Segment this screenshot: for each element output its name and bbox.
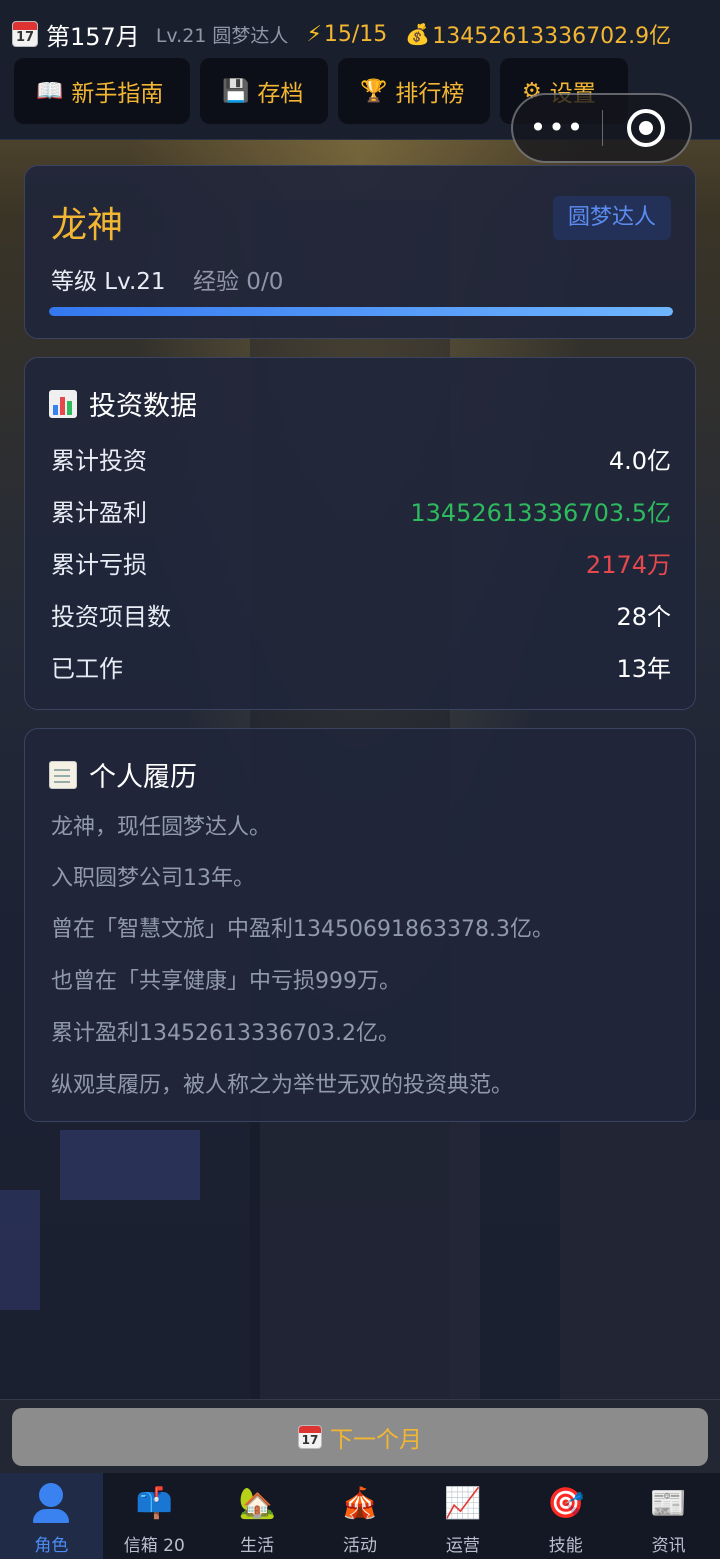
floppy-disk-icon: 💾: [222, 78, 250, 104]
circus-tent-icon: 🎪: [341, 1485, 379, 1521]
tab-events[interactable]: 🎪 活动: [309, 1473, 412, 1559]
resume-line: 龙神，现任圆梦达人。: [51, 815, 272, 840]
next-month-button[interactable]: 17 下一个月: [12, 1408, 708, 1466]
row-label: 累计盈利: [51, 498, 147, 527]
exp-progress-bar: [49, 307, 673, 316]
tab-news[interactable]: 📰 资讯: [617, 1473, 720, 1559]
next-month-bar: 17 下一个月: [0, 1399, 720, 1473]
resume-card: 个人履历 龙神，现任圆梦达人。 入职圆梦公司13年。 曾在「智慧文旅」中盈利13…: [24, 728, 696, 1122]
investment-title-label: 投资数据: [89, 391, 197, 422]
calendar-icon: 17: [12, 21, 38, 47]
leaderboard-label: 排行榜: [395, 81, 465, 107]
energy-value: 15/15: [323, 21, 388, 47]
mailbox-icon: 📫: [135, 1485, 173, 1521]
row-value: 2174万: [585, 550, 671, 579]
row-value: 13452613336703.5亿: [410, 498, 671, 527]
month-stat: 17 第157月: [12, 17, 156, 52]
row-value: 4.0亿: [608, 446, 671, 475]
row-label: 投资项目数: [51, 602, 171, 631]
resume-line: 入职圆梦公司13年。: [51, 866, 255, 891]
resume-line: 纵观其履历，被人称之为举世无双的投资典范。: [51, 1073, 514, 1098]
money-value: 13452613336702.9亿: [432, 24, 672, 49]
invest-row-loss: 累计亏损 2174万: [51, 536, 671, 588]
tab-label: 技能: [548, 1536, 583, 1556]
level-label: 等级 Lv.21: [51, 269, 166, 295]
tab-character[interactable]: 角色: [0, 1473, 103, 1559]
lightning-icon: ⚡: [306, 21, 322, 47]
resume-line: 累计盈利13452613336703.2亿。: [51, 1021, 400, 1046]
close-circle-icon: [627, 109, 666, 147]
investment-card: 投资数据 累计投资 4.0亿 累计盈利 13452613336703.5亿 累计…: [24, 357, 696, 710]
bar-chart-icon: [49, 389, 77, 418]
invest-row-projects: 投资项目数 28个: [51, 588, 671, 640]
chart-up-icon: 📈: [444, 1485, 482, 1521]
tab-label: 资讯: [651, 1536, 686, 1556]
player-level: Lv.21 圆梦达人: [155, 24, 289, 47]
current-month: 第157月: [46, 22, 140, 51]
house-icon: 🏡: [238, 1485, 276, 1521]
profile-card: 龙神 圆梦达人 等级 Lv.21 经验 0/0: [24, 165, 696, 339]
row-value: 13年: [616, 654, 671, 683]
guide-label: 新手指南: [71, 81, 164, 107]
bottom-tab-bar: 角色 📫 信箱 20 🏡 生活 🎪 活动 📈 运营 🎯 技能 📰 资讯: [0, 1473, 720, 1559]
tab-label: 生活: [240, 1536, 275, 1556]
book-icon: 📖: [36, 78, 64, 104]
resume-line: 也曾在「共享健康」中亏损999万。: [51, 969, 401, 994]
money-bag-icon: 💰: [405, 22, 431, 46]
person-icon: [31, 1483, 71, 1523]
memo-icon: [49, 760, 77, 789]
tab-label: 角色: [34, 1536, 69, 1556]
resume-title: 个人履历: [49, 755, 197, 794]
invest-row-profit: 累计盈利 13452613336703.5亿: [51, 484, 671, 536]
trophy-icon: 🏆: [360, 78, 388, 104]
newspaper-icon: 📰: [649, 1485, 688, 1521]
investment-title: 投资数据: [49, 384, 197, 423]
status-row: 17 第157月 Lv.21 圆梦达人 ⚡ 15/15 💰 1345261333…: [12, 14, 712, 54]
more-menu-button[interactable]: •••: [513, 93, 602, 163]
tab-operations[interactable]: 📈 运营: [411, 1473, 514, 1559]
tab-mailbox[interactable]: 📫 信箱 20: [103, 1473, 206, 1559]
player-name: 龙神: [51, 205, 124, 246]
row-label: 累计亏损: [51, 550, 147, 579]
calendar-icon: 17: [298, 1425, 322, 1449]
invest-row-years: 已工作 13年: [51, 640, 671, 692]
next-month-label: 下一个月: [330, 1427, 422, 1453]
close-miniprogram-button[interactable]: [603, 109, 690, 147]
target-icon: 🎯: [547, 1485, 585, 1521]
save-label: 存档: [257, 81, 304, 107]
row-label: 已工作: [51, 654, 123, 683]
title-badge: 圆梦达人: [553, 196, 671, 240]
invest-row-total: 累计投资 4.0亿: [51, 432, 671, 484]
miniprogram-capsule: •••: [511, 93, 692, 163]
resume-title-label: 个人履历: [89, 762, 197, 793]
guide-button[interactable]: 📖 新手指南: [14, 58, 190, 124]
tab-life[interactable]: 🏡 生活: [206, 1473, 309, 1559]
tab-label: 信箱 20: [123, 1536, 185, 1556]
leaderboard-button[interactable]: 🏆 排行榜: [338, 58, 490, 124]
money-stat: 💰 13452613336702.9亿: [405, 18, 671, 50]
tab-label: 运营: [445, 1536, 480, 1556]
energy-stat: ⚡ 15/15: [306, 22, 405, 47]
exp-label: 经验 0/0: [193, 269, 284, 295]
tab-label: 活动: [343, 1536, 377, 1556]
row-label: 累计投资: [51, 446, 147, 475]
exp-progress-fill: [49, 307, 673, 316]
row-value: 28个: [616, 602, 671, 631]
tab-skills[interactable]: 🎯 技能: [514, 1473, 617, 1559]
save-button[interactable]: 💾 存档: [200, 58, 328, 124]
resume-line: 曾在「智慧文旅」中盈利13450691863378.3亿。: [51, 917, 554, 942]
